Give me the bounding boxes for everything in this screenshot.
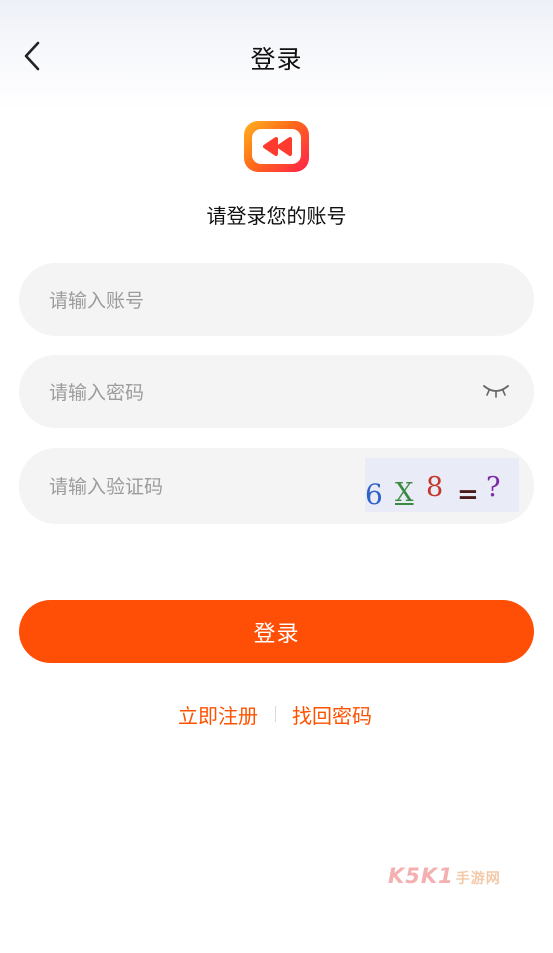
password-field [19,355,534,430]
auth-links: 立即注册 找回密码 [0,700,553,730]
password-input[interactable] [47,355,351,430]
login-subtitle: 请登录您的账号 [206,204,347,228]
toggle-password-visibility[interactable] [482,381,510,401]
account-field [19,263,534,338]
watermark-logo: K5K1 手游网 [388,864,501,888]
captcha-input[interactable] [47,448,351,526]
eye-closed-icon [483,385,509,398]
captcha-char: 6 [365,478,383,511]
forgot-password-link[interactable]: 找回密码 [292,700,372,729]
page-title: 登录 [250,45,303,74]
register-link[interactable]: 立即注册 [178,700,258,729]
captcha-field: 6 X 8 = ? [19,448,534,526]
captcha-char: X [395,478,414,508]
account-input[interactable] [47,263,351,338]
captcha-char: ? [486,472,501,503]
header: 登录 [0,0,553,112]
captcha-image[interactable]: 6 X 8 = ? [365,458,519,512]
captcha-char: = [457,480,479,510]
app-logo-icon [244,121,309,172]
login-button[interactable]: 登录 [19,600,534,663]
captcha-char: 8 [426,472,444,503]
link-divider [275,706,276,722]
